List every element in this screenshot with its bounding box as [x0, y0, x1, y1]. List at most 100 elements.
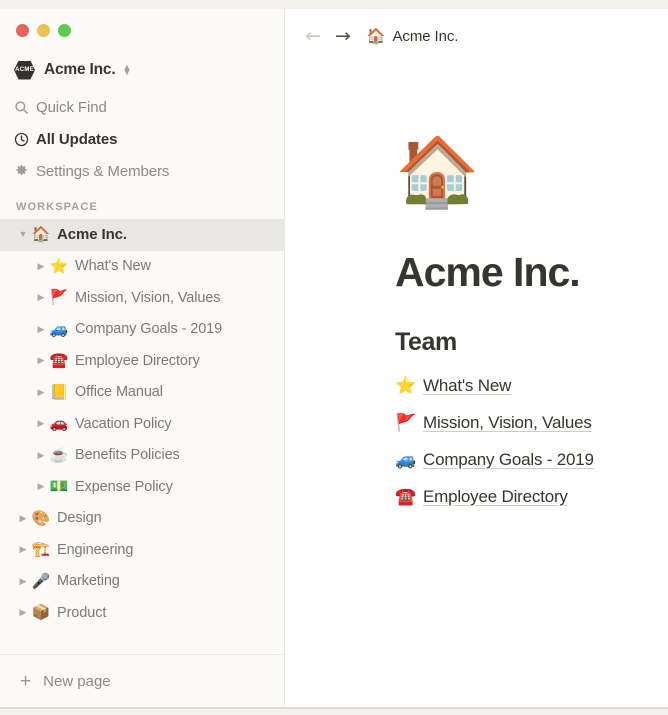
page-link-mission-vision-values[interactable]: 🚩 Mission, Vision, Values: [395, 404, 668, 441]
sidebar-section-label: WORKSPACE: [16, 201, 98, 213]
main-topbar: ← → 🏠 Acme Inc.: [285, 9, 668, 63]
breadcrumb[interactable]: 🏠 Acme Inc.: [367, 27, 459, 45]
chevron-right-icon[interactable]: ▶: [34, 293, 48, 302]
tree-item-engineering[interactable]: ▶ 🏗️ Engineering: [0, 534, 284, 566]
page-link-emoji-icon: ⭐: [395, 376, 417, 395]
page-link-emoji-icon: ☎️: [395, 487, 417, 506]
tree-item-what-s-new[interactable]: ▶ ⭐ What's New: [0, 251, 284, 283]
page-link-emoji-icon: 🚩: [395, 413, 417, 432]
tree-item-emoji-icon: 🏗️: [31, 541, 51, 559]
search-icon: [14, 100, 36, 115]
tree-item-product[interactable]: ▶ 📦 Product: [0, 597, 284, 629]
tree-item-emoji-icon: 🏠: [31, 226, 51, 244]
plus-icon: +: [20, 670, 32, 692]
tree-item-emoji-icon: 🎨: [31, 509, 51, 527]
chevron-right-icon[interactable]: ▶: [16, 608, 30, 617]
minimize-button[interactable]: [37, 24, 50, 37]
tree-item-emoji-icon: ☕: [49, 446, 69, 464]
workspace-name: Acme Inc.: [44, 61, 116, 78]
tree-item-emoji-icon: 🎤: [31, 572, 51, 590]
tree-item-label: Benefits Policies: [75, 447, 180, 464]
main-content: ← → 🏠 Acme Inc. 🏠 Acme Inc. Team ⭐ What's…: [285, 9, 668, 707]
sidebar-nav: Quick Find All Updates Settings & Members: [0, 91, 284, 187]
page-emoji-icon[interactable]: 🏠: [395, 138, 668, 216]
tree-item-benefits-policies[interactable]: ▶ ☕ Benefits Policies: [0, 440, 284, 472]
sidebar-nav-item-quick-find[interactable]: Quick Find: [0, 91, 284, 123]
arrow-right-icon[interactable]: →: [335, 26, 351, 46]
app-window: ACME Acme Inc. ▲ ▼ Quick Find All Updates S…: [0, 9, 668, 709]
tree-item-label: Expense Policy: [75, 478, 173, 495]
tree-item-emoji-icon: 🚩: [49, 289, 69, 307]
tree-item-acme-inc[interactable]: ▼ 🏠 Acme Inc.: [0, 219, 284, 251]
tree-item-label: Mission, Vision, Values: [75, 289, 221, 306]
gear-icon: [14, 164, 36, 179]
page-link-label: What's New: [423, 375, 512, 395]
chevron-right-icon[interactable]: ▶: [16, 513, 30, 523]
tree-item-label: Marketing: [57, 573, 120, 590]
tree-item-mission-vision-values[interactable]: ▶ 🚩 Mission, Vision, Values: [0, 282, 284, 314]
tree-item-vacation-policy[interactable]: ▶ 🚗 Vacation Policy: [0, 408, 284, 440]
tree-item-expense-policy[interactable]: ▶ 💵 Expense Policy: [0, 471, 284, 503]
chevron-right-icon[interactable]: ▶: [34, 450, 48, 460]
tree-item-label: Engineering: [57, 541, 134, 558]
close-button[interactable]: [16, 24, 29, 37]
tree-item-emoji-icon: 🚙: [49, 320, 69, 338]
sidebar-nav-item-all-updates[interactable]: All Updates: [0, 123, 284, 155]
chevron-right-icon[interactable]: ▶: [34, 419, 48, 428]
page-title[interactable]: Acme Inc.: [395, 249, 668, 296]
arrow-left-icon[interactable]: ←: [305, 26, 321, 46]
tree-item-office-manual[interactable]: ▶ 📒 Office Manual: [0, 377, 284, 409]
chevron-right-icon[interactable]: ▶: [16, 545, 30, 554]
tree-item-employee-directory[interactable]: ▶ ☎️ Employee Directory: [0, 345, 284, 377]
page-tree: ▼ 🏠 Acme Inc. ▶ ⭐ What's New ▶ 🚩 Mission, Vision…: [0, 219, 284, 654]
page-link-label: Company Goals - 2019: [423, 449, 594, 469]
chevron-down-icon[interactable]: ▼: [16, 230, 30, 239]
tree-item-label: Office Manual: [75, 384, 163, 401]
tree-item-label: Design: [57, 510, 102, 527]
tree-item-emoji-icon: 💵: [49, 478, 69, 496]
tree-item-label: Company Goals - 2019: [75, 321, 223, 338]
page-link-what-s-new[interactable]: ⭐ What's New: [395, 367, 668, 404]
tree-item-emoji-icon: 📒: [49, 383, 69, 401]
sidebar: ACME Acme Inc. ▲ ▼ Quick Find All Updates S…: [0, 9, 285, 707]
breadcrumb-label: Acme Inc.: [392, 27, 459, 45]
page-link-company-goals-2019[interactable]: 🚙 Company Goals - 2019: [395, 441, 668, 478]
sidebar-nav-label: Settings & Members: [36, 162, 170, 180]
chevron-right-icon[interactable]: ▶: [34, 482, 48, 491]
page-link-emoji-icon: 🚙: [395, 450, 417, 469]
tree-item-emoji-icon: ☎️: [49, 352, 69, 370]
new-page-button[interactable]: + New page: [0, 654, 284, 707]
tree-item-emoji-icon: 🚗: [49, 415, 69, 433]
tree-item-label: Vacation Policy: [75, 415, 172, 432]
tree-item-company-goals-2019[interactable]: ▶ 🚙 Company Goals - 2019: [0, 314, 284, 346]
window-controls: [0, 9, 284, 39]
page-link-label: Employee Directory: [423, 486, 568, 506]
chevron-right-icon[interactable]: ▶: [34, 356, 48, 365]
workspace-switcher[interactable]: ACME Acme Inc. ▲ ▼: [0, 53, 284, 87]
clock-icon: [14, 132, 36, 147]
new-page-label: New page: [43, 672, 111, 690]
page-body: 🏠 Acme Inc. Team ⭐ What's New 🚩 Mission, Vi…: [285, 63, 668, 515]
tree-item-label: Employee Directory: [75, 352, 200, 369]
workspace-badge-icon: ACME: [14, 60, 35, 80]
page-link-label: Mission, Vision, Values: [423, 412, 592, 432]
page-link-list: ⭐ What's New 🚩 Mission, Vision, Values 🚙 Comp…: [395, 367, 668, 515]
chevron-up-down-icon: ▲ ▼: [122, 62, 132, 77]
chevron-right-icon[interactable]: ▶: [34, 387, 48, 397]
chevron-right-icon[interactable]: ▶: [34, 261, 48, 271]
workspace-badge-text: ACME: [15, 67, 34, 73]
maximize-button[interactable]: [58, 24, 71, 37]
tree-item-emoji-icon: ⭐: [49, 257, 69, 275]
tree-item-emoji-icon: 📦: [31, 604, 51, 622]
chevron-right-icon[interactable]: ▶: [16, 576, 30, 586]
tree-item-marketing[interactable]: ▶ 🎤 Marketing: [0, 566, 284, 598]
tree-item-label: Product: [57, 604, 107, 621]
sidebar-nav-item-settings-members[interactable]: Settings & Members: [0, 155, 284, 187]
page-link-employee-directory[interactable]: ☎️ Employee Directory: [395, 478, 668, 515]
chevron-right-icon[interactable]: ▶: [34, 324, 48, 334]
tree-item-design[interactable]: ▶ 🎨 Design: [0, 503, 284, 535]
tree-item-label: Acme Inc.: [57, 226, 127, 244]
tree-item-label: What's New: [75, 258, 151, 275]
sidebar-nav-label: All Updates: [36, 130, 118, 148]
section-heading-team[interactable]: Team: [395, 328, 668, 357]
